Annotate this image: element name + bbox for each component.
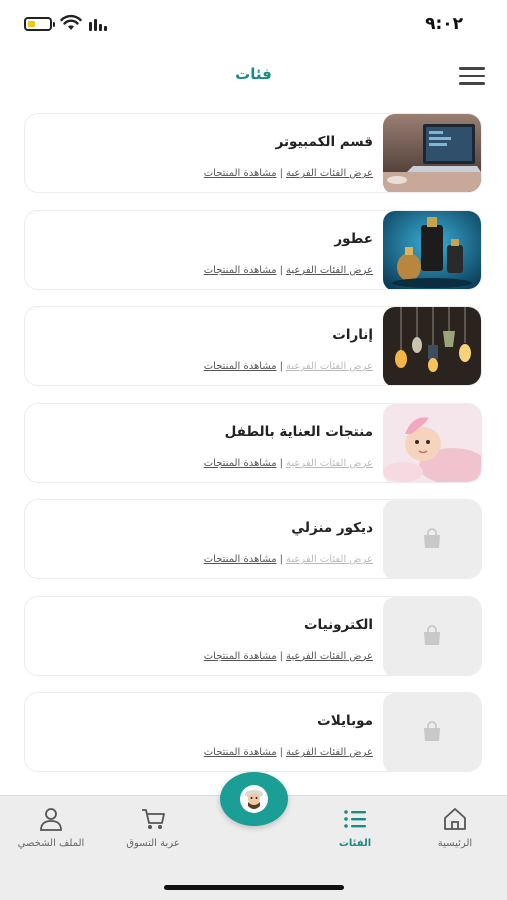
view-subcategories-link[interactable]: عرض الفئات الفرعية xyxy=(286,651,373,662)
placeholder-image xyxy=(383,596,481,675)
view-products-link[interactable]: مشاهدة المنتجات xyxy=(204,554,277,565)
view-subcategories-link[interactable]: عرض الفئات الفرعية xyxy=(286,458,373,469)
placeholder-image xyxy=(383,500,481,578)
category-links: عرض الفئات الفرعية|مشاهدة المنتجات xyxy=(203,554,373,565)
nav-cart-label: عربة التسوق xyxy=(126,838,180,849)
pendant-lamps-image xyxy=(383,307,481,385)
category-card[interactable]: إنارات عرض الفئات الفرعية|مشاهدة المنتجا… xyxy=(24,306,482,386)
cart-icon xyxy=(142,809,165,829)
computer-laptop-image xyxy=(383,114,481,192)
category-card[interactable]: موبايلات عرض الفئات الفرعية|مشاهدة المنت… xyxy=(24,692,482,772)
category-links: عرض الفئات الفرعية|مشاهدة المنتجات xyxy=(203,747,373,758)
avatar-logo-icon xyxy=(240,785,268,813)
category-links: عرض الفئات الفرعية|مشاهدة المنتجات xyxy=(203,264,373,276)
view-subcategories-link[interactable]: عرض الفئات الفرعية xyxy=(286,361,373,372)
nav-categories[interactable]: الفئات xyxy=(310,806,400,849)
list-icon xyxy=(344,810,366,828)
view-subcategories-link[interactable]: عرض الفئات الفرعية xyxy=(286,747,373,758)
nav-categories-label: الفئات xyxy=(338,838,372,849)
battery-level xyxy=(28,21,35,27)
nav-home-label: الرئيسية xyxy=(437,838,473,849)
view-products-link[interactable]: مشاهدة المنتجات xyxy=(204,265,277,276)
category-links: عرض الفئات الفرعية|مشاهدة المنتجات xyxy=(203,457,373,469)
home-icon xyxy=(444,808,466,830)
signal-icon xyxy=(89,19,107,31)
nav-cart[interactable]: عربة التسوق xyxy=(108,806,198,849)
category-card[interactable]: ديكور منزلي عرض الفئات الفرعية|مشاهدة ال… xyxy=(24,499,482,579)
shopping-bag-icon xyxy=(424,624,440,645)
categories-list: قسم الكمبيوتر عرض الفئات الفرعية|مشاهدة … xyxy=(24,113,482,789)
category-links: عرض الفئات الفرعية|مشاهدة المنتجات xyxy=(203,650,373,662)
category-name: منتجات العناية بالطفل xyxy=(224,423,373,440)
view-products-link[interactable]: مشاهدة المنتجات xyxy=(204,747,277,758)
view-products-link[interactable]: مشاهدة المنتجات xyxy=(204,458,277,469)
category-name: قسم الكمبيوتر xyxy=(275,134,373,150)
status-bar: ٩:٠٢ xyxy=(0,0,507,50)
hamburger-menu-icon[interactable] xyxy=(459,67,485,87)
category-name: عطور xyxy=(334,230,373,247)
category-links: عرض الفئات الفرعية|مشاهدة المنتجات xyxy=(203,361,373,372)
view-products-link[interactable]: مشاهدة المنتجات xyxy=(204,361,277,372)
view-subcategories-link[interactable]: عرض الفئات الفرعية xyxy=(286,265,373,276)
battery-icon xyxy=(24,17,55,31)
category-name: إنارات xyxy=(332,327,373,343)
status-time: ٩:٠٢ xyxy=(425,14,463,34)
shopping-bag-icon xyxy=(424,528,440,548)
category-card[interactable]: منتجات العناية بالطفل عرض الفئات الفرعية… xyxy=(24,402,482,483)
category-card[interactable]: عطور عرض الفئات الفرعية|مشاهدة المنتجات xyxy=(24,209,482,290)
app-header: فئات xyxy=(0,55,507,99)
category-card[interactable]: الكترونيات عرض الفئات الفرعية|مشاهدة الم… xyxy=(24,595,482,676)
page-title: فئات xyxy=(235,65,272,83)
perfume-bottles-image xyxy=(383,210,481,289)
center-fab-button[interactable] xyxy=(220,772,288,826)
wifi-icon xyxy=(60,14,82,30)
person-icon xyxy=(40,808,62,831)
placeholder-image xyxy=(383,693,481,771)
nav-profile[interactable]: الملف الشخصي xyxy=(6,806,96,849)
view-products-link[interactable]: مشاهدة المنتجات xyxy=(204,651,277,662)
view-subcategories-link[interactable]: عرض الفئات الفرعية xyxy=(286,554,373,565)
category-name: موبايلات xyxy=(317,713,373,729)
baby-photo-image xyxy=(383,403,481,482)
home-indicator xyxy=(164,885,344,890)
category-name: الكترونيات xyxy=(303,616,373,633)
nav-profile-label: الملف الشخصي xyxy=(17,838,85,849)
shopping-bag-icon xyxy=(424,721,440,741)
category-name: ديكور منزلي xyxy=(291,520,373,536)
view-subcategories-link[interactable]: عرض الفئات الفرعية xyxy=(286,168,373,179)
category-links: عرض الفئات الفرعية|مشاهدة المنتجات xyxy=(203,168,373,179)
nav-home[interactable]: الرئيسية xyxy=(410,806,500,849)
view-products-link[interactable]: مشاهدة المنتجات xyxy=(204,168,277,179)
category-card[interactable]: قسم الكمبيوتر عرض الفئات الفرعية|مشاهدة … xyxy=(24,113,482,193)
